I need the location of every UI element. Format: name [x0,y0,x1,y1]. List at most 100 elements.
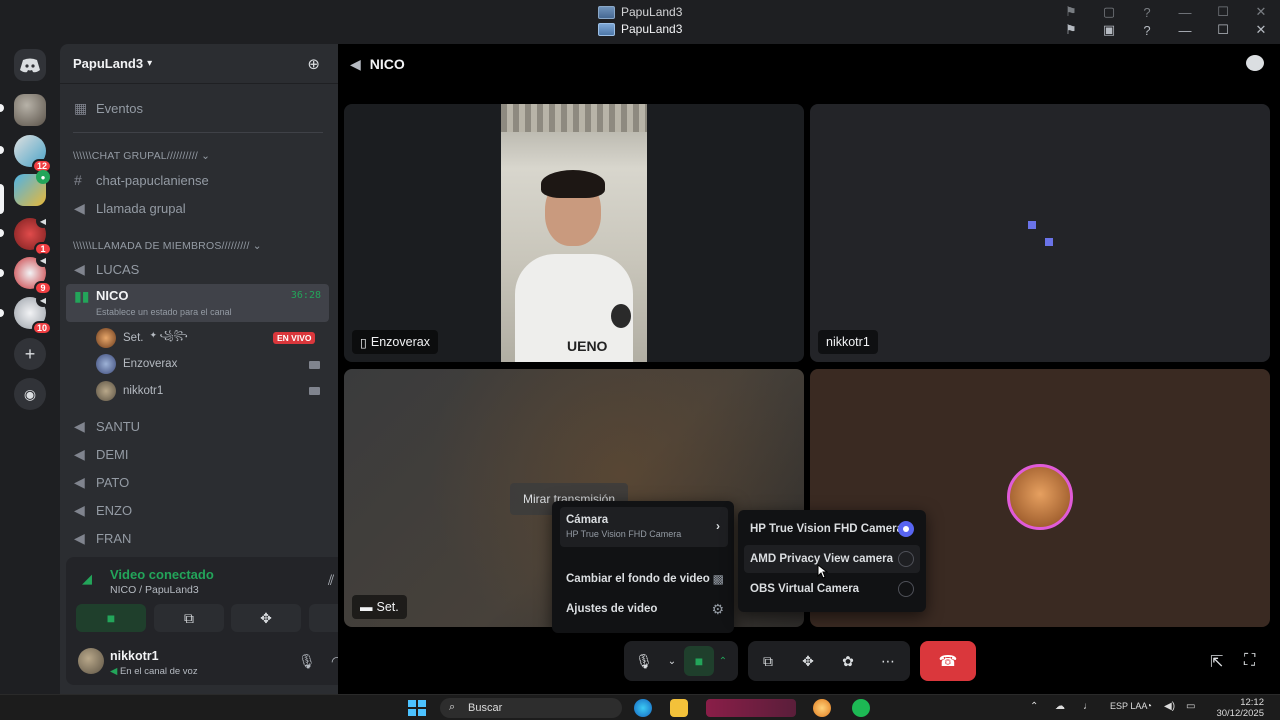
windows-start-icon[interactable] [408,700,426,716]
emoji-app-icon[interactable] [813,699,831,717]
home-button[interactable] [14,49,46,81]
radio-selected-icon [898,521,914,537]
calendar-icon: ▦ [74,99,88,116]
video-tile-enzoverax[interactable]: UENO ▯ Enzoverax [344,104,804,362]
chevron-up-icon[interactable]: ⌃ [1030,701,1038,712]
category-chat-grupal[interactable]: \\\\\\CHAT GRUPAL////////// ⌄ [73,150,210,162]
channel-lucas[interactable]: ◀ LUCAS [66,256,329,282]
more-icon[interactable]: ⋯ [868,653,908,670]
cloud-icon[interactable]: ☁ [1055,701,1065,712]
speaker-icon: ◀ [74,529,85,546]
fullscreen-icon[interactable]: ⛶ [1244,652,1255,670]
volume-icon[interactable]: ◀) [1164,701,1175,712]
background-icon: ▩ [712,572,724,586]
spotify-icon[interactable] [852,699,870,717]
plus-icon: + [24,343,36,364]
pinned-apps-icon[interactable] [706,699,796,717]
chevron-up-icon[interactable]: ⌃ [714,656,732,667]
channel-fran[interactable]: ◀ FRAN [66,525,329,551]
help-icon[interactable]: ? [1128,23,1166,38]
maximize-icon[interactable]: ☐ [1204,22,1242,38]
channel-nico-active[interactable]: ▮▮ NICO Establece un estado para el cana… [66,284,329,322]
microphone-icon[interactable]: 🎙 [624,653,664,670]
maximize-icon[interactable]: ☐ [1204,4,1242,20]
file-explorer-icon[interactable] [670,699,688,717]
close-icon[interactable]: ✕ [1242,4,1280,20]
battery-icon[interactable]: ▭ [1186,701,1195,712]
camera-option-hp[interactable]: HP True Vision FHD Camera [744,515,920,543]
inbox-icon[interactable]: ⚑ [1052,4,1090,20]
hash-icon: # [74,172,82,188]
minimize-icon[interactable]: — [1166,23,1204,38]
voice-connected-channel[interactable]: NICO / PapuLand3 [110,584,199,596]
user-avatar[interactable] [78,648,104,674]
server-3[interactable]: ● [14,170,50,206]
window-title-ghost: PapuLand3 [598,5,682,19]
video-tile-nikkotr1[interactable]: nikkotr1 [810,104,1270,362]
chevron-down-icon: ▾ [147,58,153,69]
chevron-down-icon[interactable]: ⌄ [664,656,680,667]
server-5[interactable]: ◀ 9 [14,253,52,295]
edge-icon[interactable] [634,699,652,717]
pop-out-icon[interactable]: ⇱ [1210,652,1223,672]
server-2[interactable]: 12 [14,135,52,173]
server-6[interactable]: ◀ 10 [14,293,52,335]
close-icon[interactable]: ✕ [1242,22,1280,38]
activities-icon[interactable]: ✥ [788,653,828,670]
voice-member-set[interactable]: Set. ✦ ꧁꧂ [96,327,188,349]
activities-button[interactable]: ✥ [231,604,301,632]
channel-pato[interactable]: ◀ PATO [66,469,329,495]
microphone-icon[interactable]: 🎙 [298,653,316,670]
invite-icon[interactable]: ⊕ [307,55,320,73]
soundboard-icon[interactable]: ✿ [828,653,868,670]
mic-tray-icon[interactable]: ♩ [1083,701,1093,712]
camera-icon[interactable]: ■ [684,646,714,676]
screen-share-button[interactable]: ⧉ [154,604,224,632]
channel-demi[interactable]: ◀ DEMI [66,441,329,467]
channel-santu[interactable]: ◀ SANTU [66,413,329,439]
change-background-item[interactable]: Cambiar el fondo de video ▩ [560,565,730,593]
phone-hangup-icon: ☎ [938,653,958,670]
screen-icon[interactable]: ▢ [1090,4,1128,20]
discover-button[interactable]: ◉ [14,378,46,410]
help-icon[interactable]: ? [1128,5,1166,20]
speaker-icon: ◀ [36,253,50,267]
screen-share-icon[interactable]: ⧉ [748,653,788,670]
chat-bubble-icon[interactable] [1246,55,1264,71]
hang-up-button[interactable]: ☎ [920,641,976,681]
call-header: ◀ NICO [350,55,405,73]
camera-submenu-item[interactable]: Cámara HP True Vision FHD Camera › [560,507,728,547]
video-settings-item[interactable]: Ajustes de video ⚙ [560,595,730,623]
camera-option-obs[interactable]: OBS Virtual Camera [744,575,920,603]
screen-icon[interactable]: ▣ [1090,22,1128,38]
voice-member-enzoverax[interactable]: Enzoverax [96,353,177,375]
channel-status[interactable]: Establece un estado para el canal [96,307,232,317]
mouse-cursor-icon [817,564,828,579]
language-indicator[interactable]: ESP LAA [1110,701,1147,711]
taskbar-clock[interactable]: 12:12 30/12/2025 [1216,697,1264,719]
channel-chat-papuclaniense[interactable]: # chat-papuclaniense [66,167,329,193]
title-bar-icons-ghost: ⚑ ▢ ? — ☐ ✕ [1052,4,1280,20]
voice-member-nikkotr1[interactable]: nikkotr1 [96,380,163,402]
category-llamada-miembros[interactable]: \\\\\\LLAMADA DE MIEMBROS///////// ⌄ [73,240,262,252]
wifi-icon[interactable]: ◔ [1146,701,1152,712]
add-server-button[interactable]: + [14,338,46,370]
compass-icon: ◉ [23,385,37,402]
inbox-icon[interactable]: ⚑ [1052,22,1090,38]
chevron-right-icon: › [716,519,720,533]
camera-option-amd[interactable]: AMD Privacy View camera [744,545,920,573]
minimize-icon[interactable]: — [1166,5,1204,20]
user-name[interactable]: nikkotr1 [110,649,159,663]
channel-llamada-grupal[interactable]: ◀ Llamada grupal [66,195,329,221]
os-taskbar: ⌕ Buscar ⌃ ☁ ♩ ESP LAA ◔ ◀) ▭ 12:12 30/12/… [0,694,1280,720]
server-header[interactable]: PapuLand3 ▾ [60,44,338,84]
server-1[interactable] [14,94,46,126]
channel-enzo[interactable]: ◀ ENZO [66,497,329,523]
taskbar-search[interactable]: ⌕ Buscar [440,698,622,718]
user-status: ◀ En el canal de voz [110,666,198,677]
signal-icon[interactable]: ◢ [82,571,98,587]
noise-suppression-icon[interactable]: ⫽ [328,572,334,589]
camera-toggle-button[interactable]: ■ [76,604,146,632]
server-4[interactable]: ◀ 1 [14,214,52,256]
events-item[interactable]: ▦ Eventos [66,95,329,121]
